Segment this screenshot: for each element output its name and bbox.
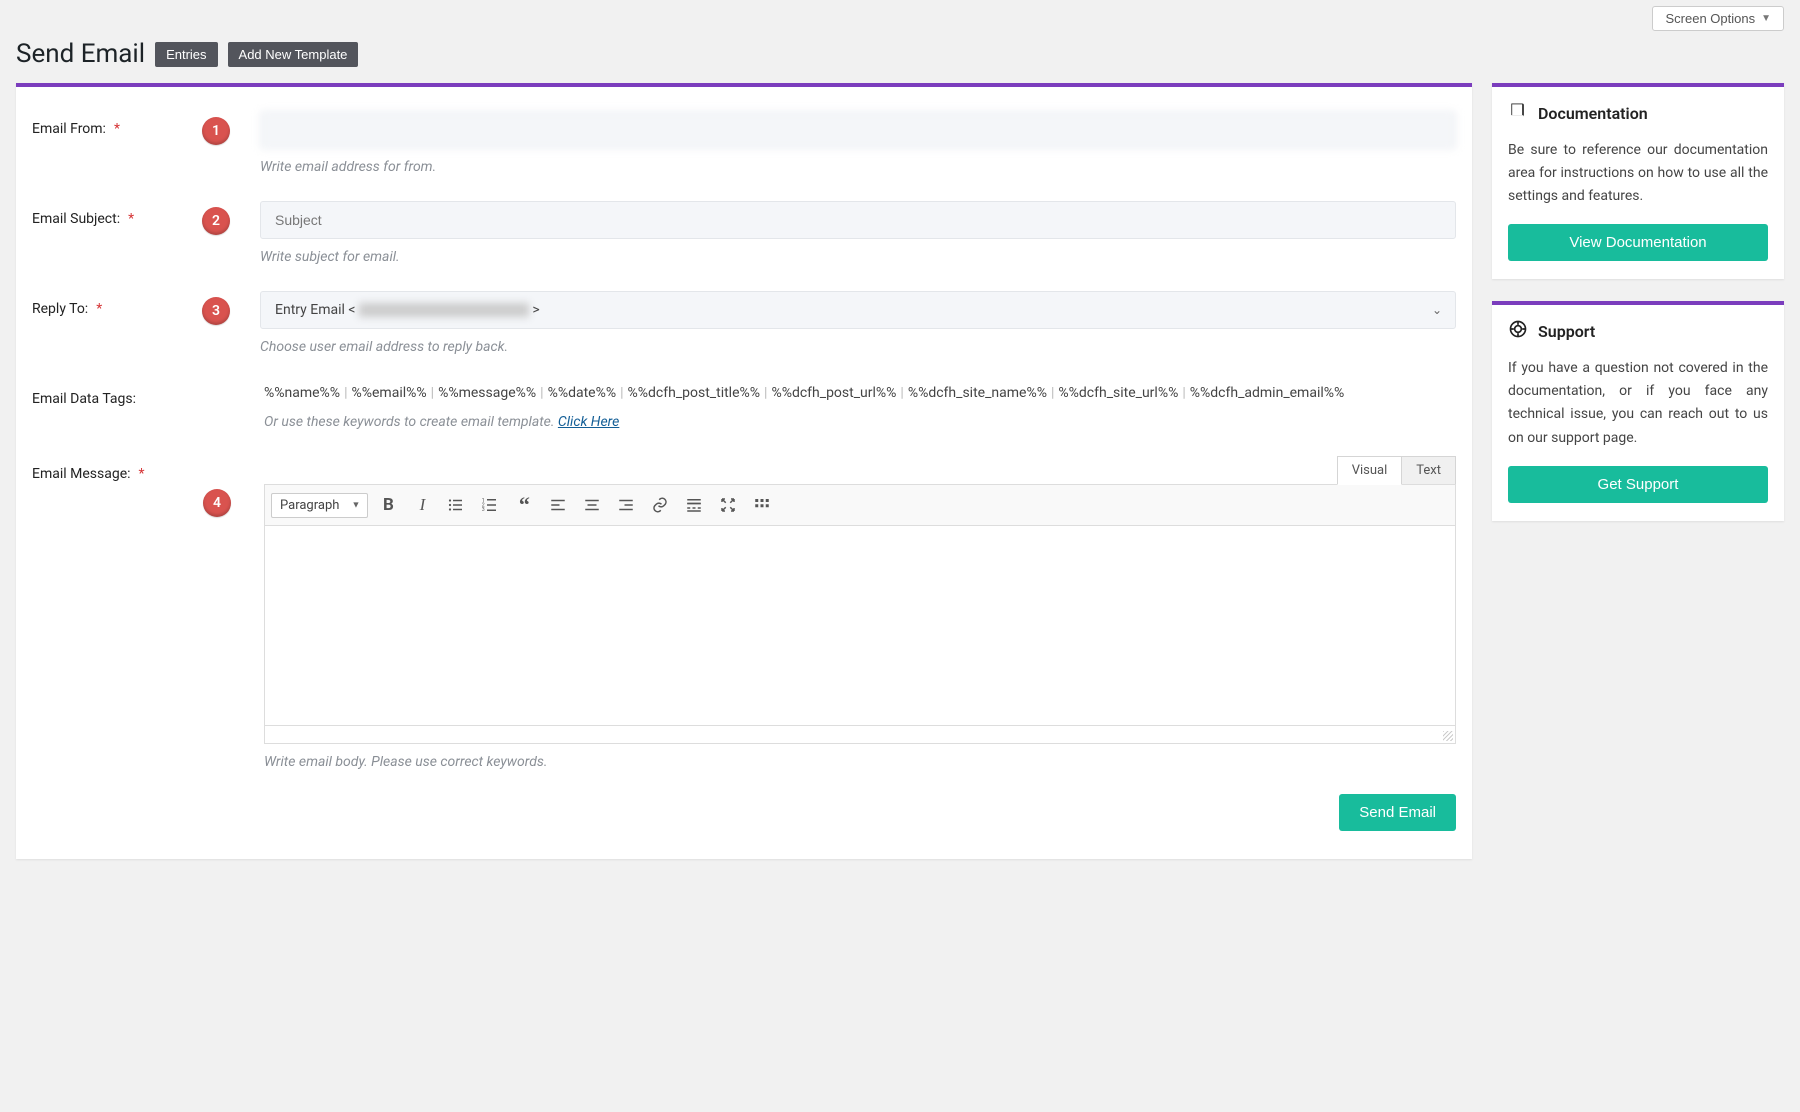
bold-button[interactable]: B <box>374 491 402 519</box>
svg-text:3: 3 <box>482 507 485 513</box>
click-here-link[interactable]: Click Here <box>558 414 619 430</box>
align-center-button[interactable] <box>578 491 606 519</box>
data-tags-hint: Or use these keywords to create email te… <box>264 414 1456 430</box>
step-badge-4: 4 <box>203 489 231 517</box>
email-from-input[interactable] <box>260 111 1456 149</box>
step-badge-1: 1 <box>202 117 230 145</box>
toolbar-toggle-button[interactable] <box>748 491 776 519</box>
required-asterisk: * <box>139 466 145 482</box>
step-badge-3: 3 <box>202 297 230 325</box>
documentation-title: Documentation <box>1538 104 1648 123</box>
support-body: If you have a question not covered in th… <box>1508 357 1768 449</box>
format-select[interactable]: Paragraph <box>271 493 368 518</box>
italic-button[interactable]: I <box>408 491 436 519</box>
read-more-button[interactable] <box>680 491 708 519</box>
align-left-button[interactable] <box>544 491 572 519</box>
step-badge-2: 2 <box>202 207 230 235</box>
get-support-button[interactable]: Get Support <box>1508 466 1768 503</box>
entries-button[interactable]: Entries <box>155 42 217 67</box>
data-tag[interactable]: %%dcfh_site_url%% <box>1058 385 1178 401</box>
data-tag[interactable]: %%message%% <box>438 385 536 401</box>
link-button[interactable] <box>646 491 674 519</box>
documentation-card: Documentation Be sure to reference our d… <box>1492 83 1784 279</box>
email-message-label: Email Message:* <box>32 456 264 482</box>
tab-text[interactable]: Text <box>1402 456 1456 485</box>
lifebuoy-icon <box>1508 319 1528 343</box>
email-message-help: Write email body. Please use correct key… <box>264 754 1456 770</box>
email-message-editor[interactable] <box>264 526 1456 726</box>
book-icon <box>1508 101 1528 125</box>
data-tag[interactable]: %%name%% <box>264 385 340 401</box>
page-header: Send Email Entries Add New Template <box>16 39 1784 69</box>
email-from-help: Write email address for from. <box>260 159 1456 175</box>
required-asterisk: * <box>114 121 120 137</box>
tab-visual[interactable]: Visual <box>1337 456 1403 485</box>
editor-statusbar <box>264 726 1456 744</box>
data-tag[interactable]: %%dcfh_site_name%% <box>908 385 1047 401</box>
support-card: Support If you have a question not cover… <box>1492 301 1784 520</box>
numbered-list-button[interactable]: 123 <box>476 491 504 519</box>
fullscreen-button[interactable] <box>714 491 742 519</box>
required-asterisk: * <box>128 211 134 227</box>
page-title: Send Email <box>16 39 145 69</box>
required-asterisk: * <box>96 301 102 317</box>
email-subject-help: Write subject for email. <box>260 249 1456 265</box>
editor-toolbar: 4 Paragraph ▼ B I 123 “ <box>264 484 1456 526</box>
support-title: Support <box>1538 322 1595 341</box>
reply-to-select[interactable]: Entry Email < > <box>260 291 1456 329</box>
data-tag[interactable]: %%dcfh_post_title%% <box>628 385 761 401</box>
chevron-down-icon: ▼ <box>1761 13 1771 24</box>
blockquote-button[interactable]: “ <box>510 491 538 519</box>
screen-options-label: Screen Options <box>1665 11 1755 26</box>
align-right-button[interactable] <box>612 491 640 519</box>
data-tag[interactable]: %%email%% <box>352 385 427 401</box>
add-new-template-button[interactable]: Add New Template <box>228 42 359 67</box>
email-subject-input[interactable] <box>260 201 1456 239</box>
documentation-body: Be sure to reference our documentation a… <box>1508 139 1768 208</box>
reply-to-help: Choose user email address to reply back. <box>260 339 1456 355</box>
data-tags-label: Email Data Tags: <box>32 381 264 407</box>
screen-options-button[interactable]: Screen Options ▼ <box>1652 6 1784 31</box>
view-documentation-button[interactable]: View Documentation <box>1508 224 1768 261</box>
data-tags-list: %%name%%|%%email%%|%%message%%|%%date%%|… <box>264 381 1456 406</box>
data-tag[interactable]: %%dcfh_post_url%% <box>771 385 896 401</box>
bullet-list-button[interactable] <box>442 491 470 519</box>
send-email-button[interactable]: Send Email <box>1339 794 1456 831</box>
send-email-form: Email From:* 1 Write email address for f… <box>16 83 1472 859</box>
data-tag[interactable]: %%dcfh_admin_email%% <box>1190 385 1345 401</box>
data-tag[interactable]: %%date%% <box>548 385 617 401</box>
